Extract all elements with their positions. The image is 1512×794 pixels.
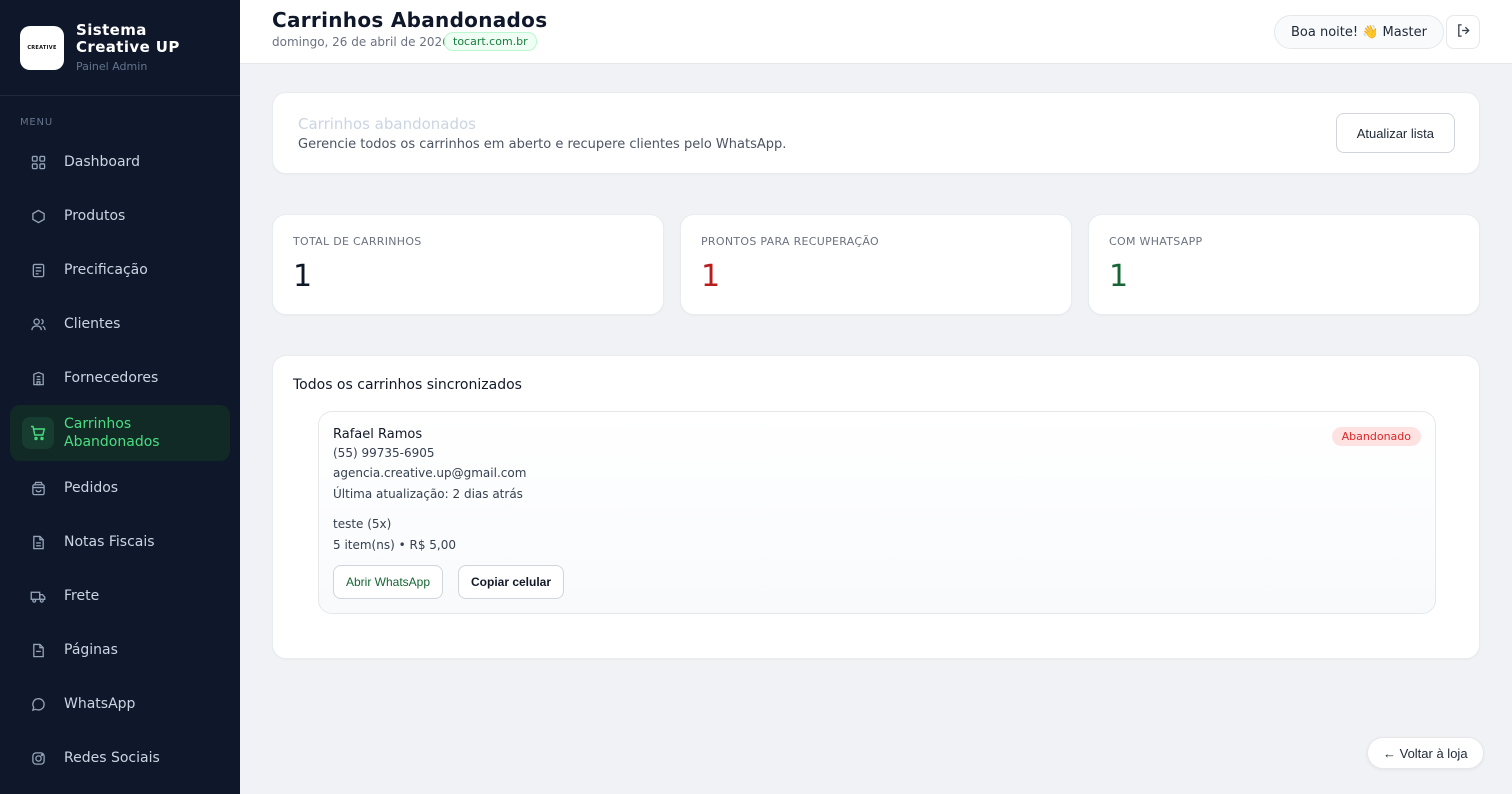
stat-card-recovery: PRONTOS PARA RECUPERAÇÃO 1: [680, 214, 1072, 315]
intro-title: Carrinhos abandonados: [298, 115, 477, 133]
sidebar-item-label: Pedidos: [64, 480, 119, 496]
bag-icon: [30, 480, 46, 496]
sidebar-item-paginas[interactable]: Páginas: [0, 623, 240, 677]
sidebar: CREATIVE Sistema Creative UP Painel Admi…: [0, 0, 240, 794]
brand-subtitle: Painel Admin: [76, 60, 148, 73]
stat-label: PRONTOS PARA RECUPERAÇÃO: [701, 235, 880, 248]
hexagon-icon: [30, 208, 46, 224]
copy-phone-button[interactable]: Copiar celular: [458, 565, 565, 599]
stat-card-total: TOTAL DE CARRINHOS 1: [272, 214, 664, 315]
sidebar-item-label: Notas Fiscais: [64, 534, 155, 550]
sidebar-item-clientes[interactable]: Clientes: [0, 297, 240, 351]
stat-value: 1: [701, 259, 721, 294]
customer-email: agencia.creative.up@gmail.com: [333, 466, 527, 480]
header-date: domingo, 26 de abril de 2026: [272, 35, 450, 49]
brand-title: Sistema Creative UP: [76, 21, 180, 56]
sidebar-item-label: Páginas: [64, 642, 118, 658]
customer-name: Rafael Ramos: [333, 427, 423, 442]
brand-logo: CREATIVE: [20, 25, 64, 70]
sidebar-item-label: Dashboard: [64, 154, 140, 170]
instagram-icon: [30, 750, 46, 766]
cart-icon: [22, 417, 54, 449]
stat-label: COM WHATSAPP: [1109, 235, 1203, 248]
chat-icon: [30, 696, 46, 712]
intro-description: Gerencie todos os carrinhos em aberto e …: [298, 137, 787, 152]
sidebar-item-fornecedores[interactable]: Fornecedores: [0, 351, 240, 405]
customer-phone: (55) 99735-6905: [333, 446, 435, 460]
stat-value: 1: [1109, 259, 1129, 294]
sidebar-item-label: Precificação: [64, 262, 148, 278]
grid-icon: [30, 154, 46, 170]
list-title: Todos os carrinhos sincronizados: [293, 377, 522, 393]
brand: CREATIVE Sistema Creative UP Painel Admi…: [0, 0, 240, 96]
sidebar-item-label: Carrinhos Abandonados: [64, 416, 160, 450]
sidebar-item-label: Frete: [64, 588, 100, 604]
sidebar-item-carrinhos-abandonados[interactable]: Carrinhos Abandonados: [10, 405, 230, 461]
cart-items: teste (5x): [333, 517, 392, 531]
sidebar-item-label: Clientes: [64, 316, 121, 332]
sidebar-item-redes-sociais[interactable]: Redes Sociais: [0, 731, 240, 785]
sidebar-item-label: Redes Sociais: [64, 750, 160, 766]
sidebar-item-precificacao[interactable]: Precificação: [0, 243, 240, 297]
greeting-pill[interactable]: Boa noite! 👋 Master: [1274, 15, 1444, 49]
logout-icon: [1456, 23, 1471, 41]
stat-label: TOTAL DE CARRINHOS: [293, 235, 422, 248]
sidebar-item-frete[interactable]: Frete: [0, 569, 240, 623]
intro-card: Carrinhos abandonados Gerencie todos os …: [272, 92, 1480, 174]
stat-card-whatsapp: COM WHATSAPP 1: [1088, 214, 1480, 315]
truck-icon: [30, 588, 46, 604]
building-icon: [30, 370, 46, 386]
cart-summary: 5 item(ns) • R$ 5,00: [333, 538, 456, 552]
logout-button[interactable]: [1446, 15, 1480, 49]
last-updated: Última atualização: 2 dias atrás: [333, 487, 523, 501]
sidebar-item-produtos[interactable]: Produtos: [0, 189, 240, 243]
users-icon: [30, 316, 46, 332]
stat-value: 1: [293, 259, 313, 294]
file-icon: [30, 534, 46, 550]
refresh-list-button[interactable]: Atualizar lista: [1335, 113, 1455, 153]
sidebar-item-pedidos[interactable]: Pedidos: [0, 461, 240, 515]
sidebar-item-whatsapp[interactable]: WhatsApp: [0, 677, 240, 731]
sidebar-item-label: Produtos: [64, 208, 126, 224]
page-icon: [30, 642, 46, 658]
sidebar-nav: Dashboard Produtos Precificação Clientes…: [0, 135, 240, 785]
domain-badge[interactable]: tocart.com.br: [444, 32, 537, 51]
calculator-icon: [30, 262, 46, 278]
cart-item: Rafael Ramos Abandonado (55) 99735-6905 …: [318, 411, 1436, 614]
sidebar-item-dashboard[interactable]: Dashboard: [0, 135, 240, 189]
open-whatsapp-button[interactable]: Abrir WhatsApp: [333, 565, 444, 599]
sidebar-item-label: Fornecedores: [64, 370, 159, 386]
back-to-store-button[interactable]: ← Voltar à loja: [1367, 737, 1484, 769]
sidebar-item-label: WhatsApp: [64, 696, 136, 712]
page-title: Carrinhos Abandonados: [272, 8, 548, 32]
top-header: Carrinhos Abandonados domingo, 26 de abr…: [240, 0, 1512, 64]
sidebar-item-notas-fiscais[interactable]: Notas Fiscais: [0, 515, 240, 569]
carts-list-card: Todos os carrinhos sincronizados Rafael …: [272, 355, 1480, 659]
menu-label: MENU: [20, 117, 53, 128]
status-badge: Abandonado: [1331, 427, 1421, 446]
